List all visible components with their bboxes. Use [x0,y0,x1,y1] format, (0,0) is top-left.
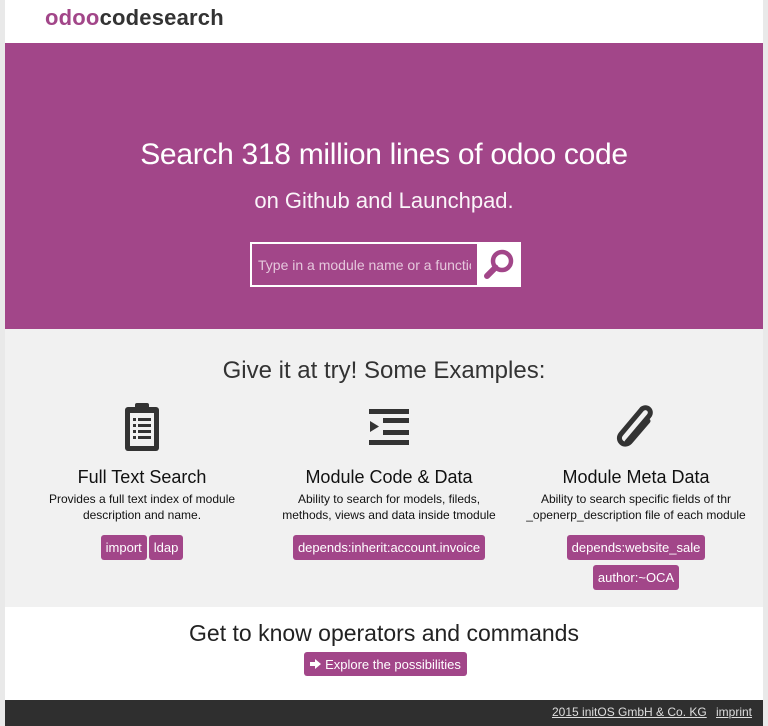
tag-depends-inherit-account-invoice[interactable]: depends:inherit:account.invoice [292,535,486,560]
hero-subtitle: on Github and Launchpad. [254,188,514,213]
operators-section: Get to know operators and commands Explo… [5,607,763,700]
page-frame: odoocodesearch Search 318 million lines … [5,0,763,726]
explore-button[interactable]: Explore the possibilities [304,652,467,676]
indent-icon [369,409,409,445]
tag-depends-website-sale[interactable]: depends:website_sale [566,535,706,560]
search-input[interactable] [250,242,477,287]
feature-description: Provides a full text index of module desc… [48,492,236,522]
tag-author-oca[interactable]: author:~OCA [592,565,680,590]
navbar: odoocodesearch [5,0,763,43]
explore-button-label: Explore the possibilities [325,656,461,672]
search-form [250,242,521,287]
brand-logo[interactable]: odoocodesearch [45,5,224,31]
feature-title: Module Meta Data [562,467,710,487]
clipboard-icon [125,403,159,451]
feature-full-text-search: Full Text Search Provides a full text in… [22,399,262,563]
feature-description: Ability to search for models, fileds, met… [282,492,496,522]
brand-codesearch: codesearch [99,5,224,30]
copyright-link[interactable]: 2015 initOS GmbH & Co. KG [552,705,707,719]
feature-title: Module Code & Data [305,467,473,487]
magnifier-icon [484,249,514,279]
arrow-right-icon [310,659,322,669]
tag-ldap[interactable]: ldap [148,535,184,560]
hero-section: Search 318 million lines of odoo code on… [5,43,763,329]
paperclip-icon [616,405,653,447]
feature-title: Full Text Search [77,467,207,487]
feature-module-meta-data: Module Meta Data Ability to search speci… [516,399,756,593]
footer: 2015 initOS GmbH & Co. KG imprint [5,700,763,726]
examples-section: Give it at try! Some Examples: Full Text… [5,329,763,607]
feature-description: Ability to search specific fields of thr… [526,492,746,522]
operators-title: Get to know operators and commands [189,620,579,646]
hero-title: Search 318 million lines of odoo code [140,138,628,171]
tag-import[interactable]: import [100,535,147,560]
imprint-link[interactable]: imprint [716,705,752,719]
examples-title: Give it at try! Some Examples: [222,357,546,384]
feature-module-code-data: Module Code & Data Ability to search for… [269,399,509,563]
brand-odoo: odoo [45,5,100,30]
search-button[interactable] [477,242,521,287]
